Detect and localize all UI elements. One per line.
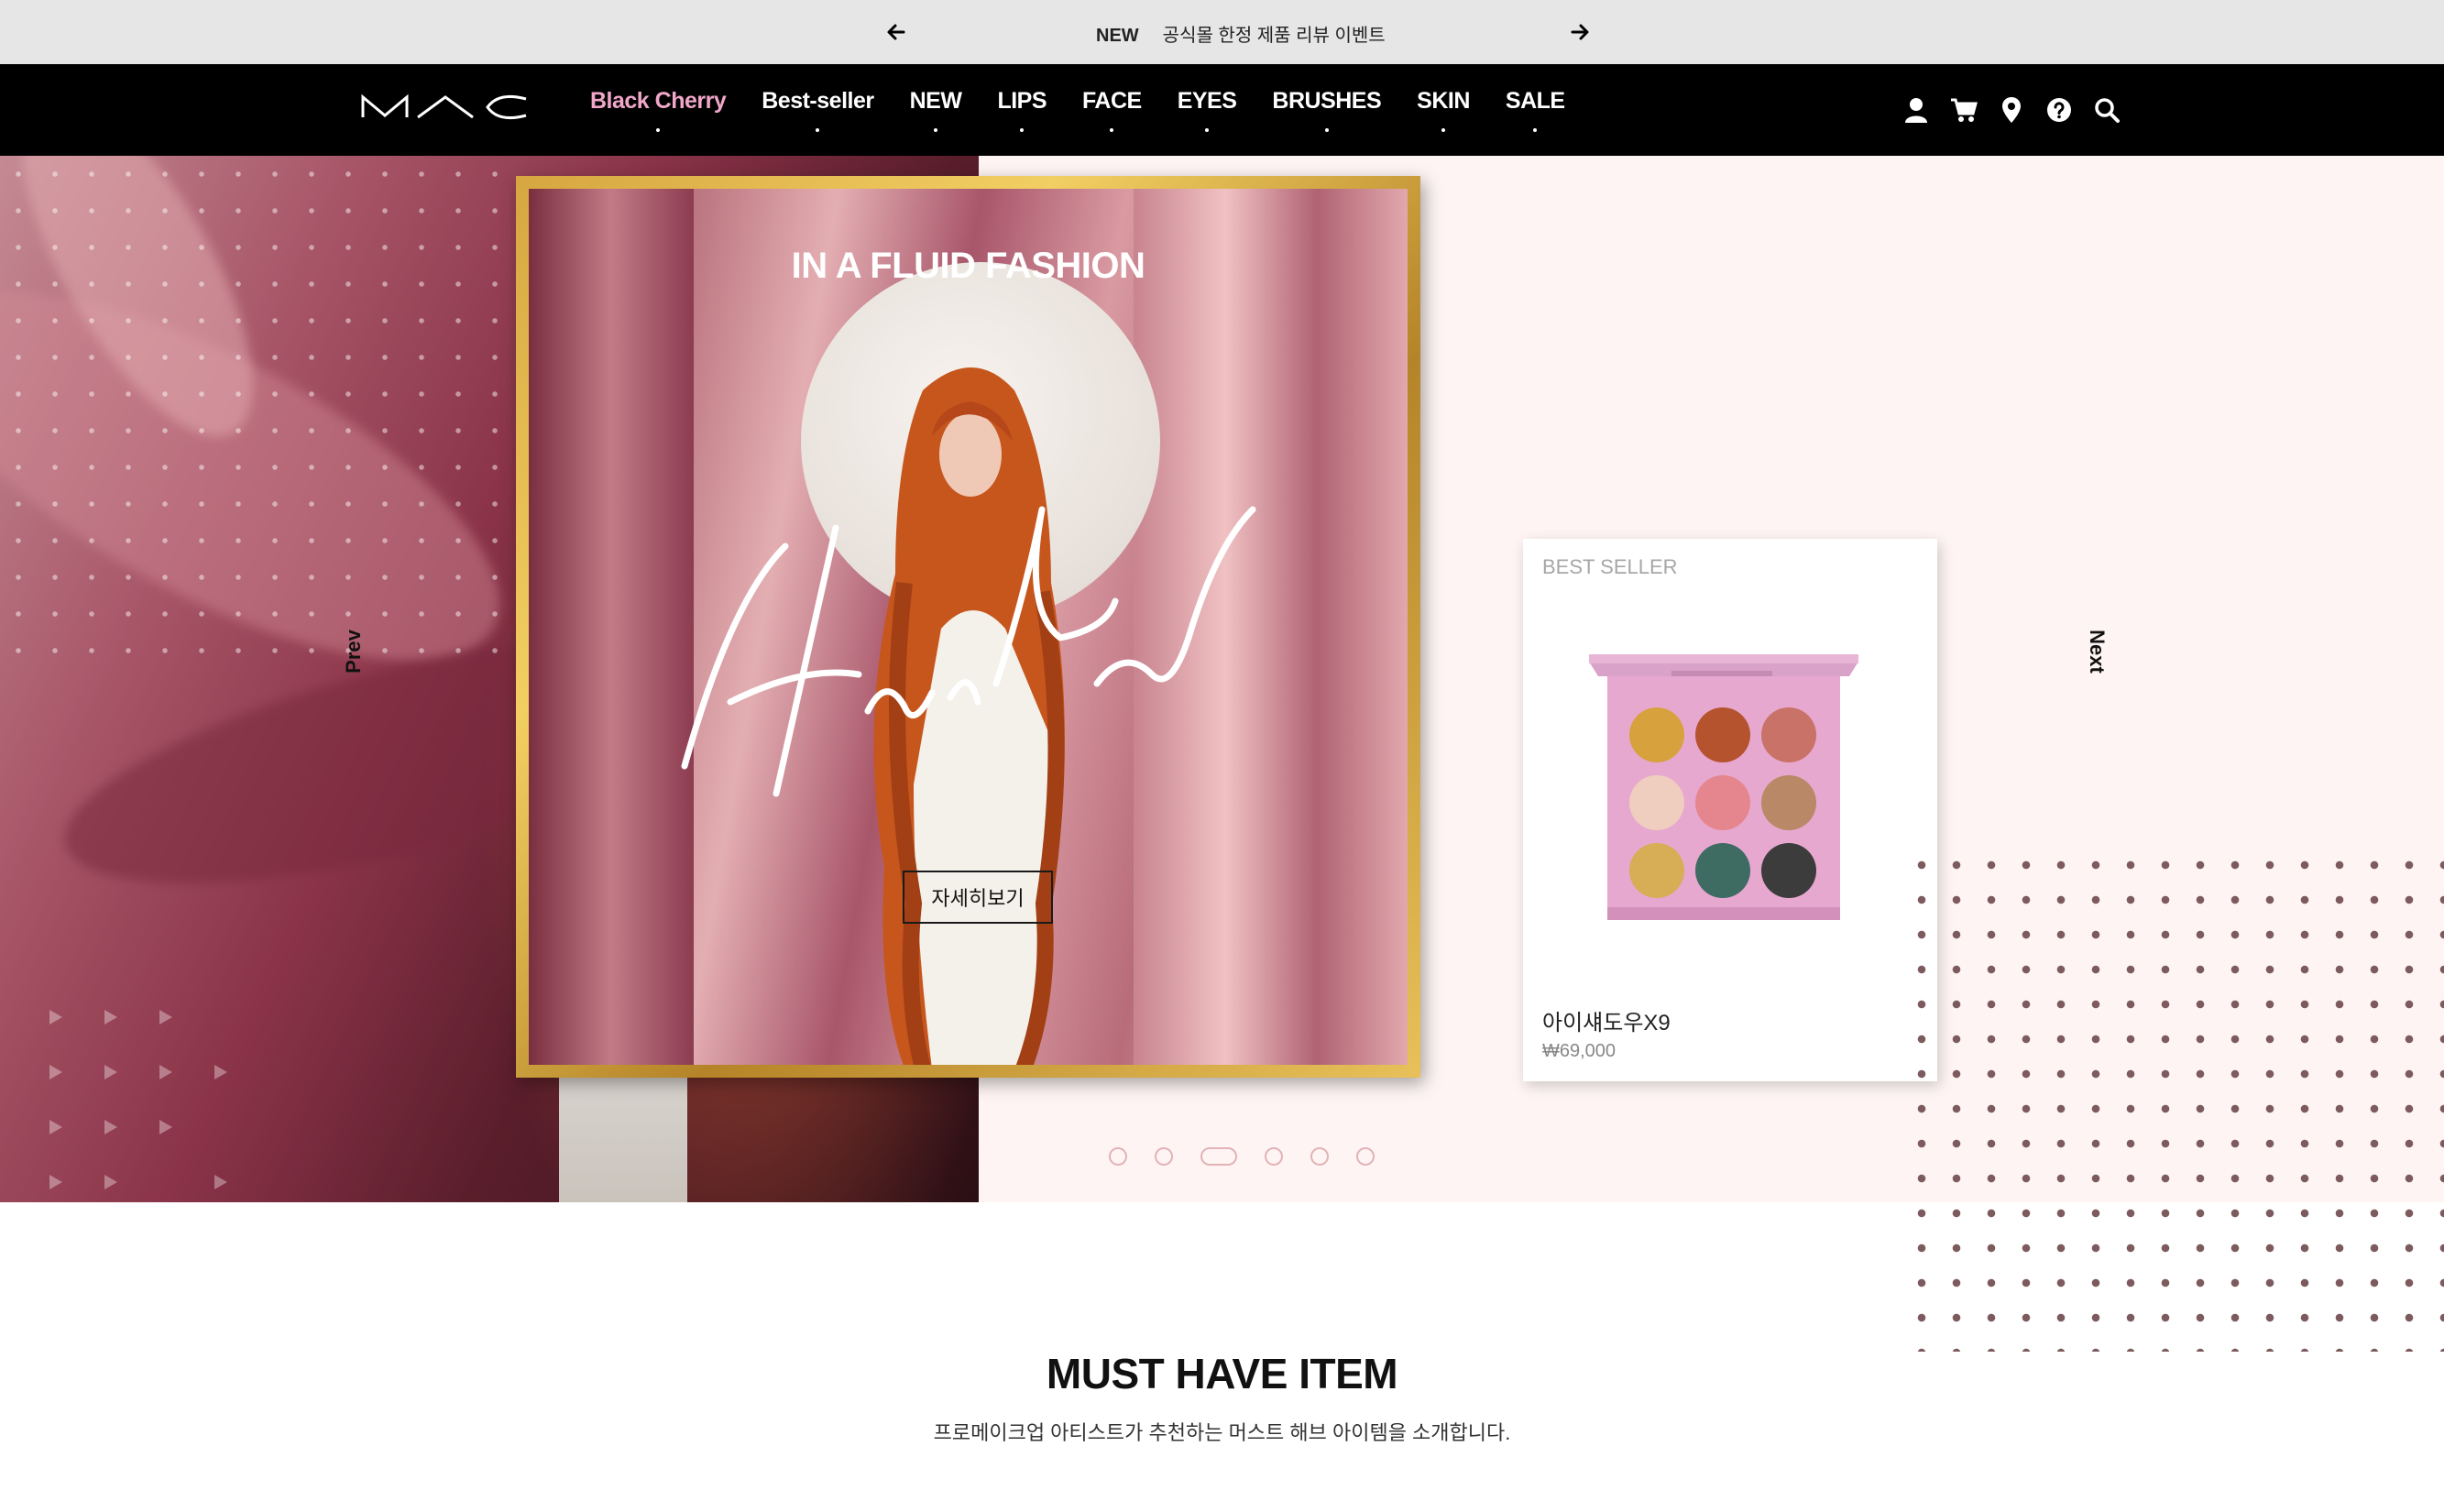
best-seller-card[interactable]: BEST SELLER 아이섀도우X9 ₩69,000 [1523, 539, 1937, 1081]
nav-item-label: BRUSHES [1272, 88, 1382, 114]
announcement-message[interactable]: NEW 공식몰 한정 제품 리뷰 이벤트 [1096, 20, 1386, 47]
location-icon [2002, 97, 2021, 123]
nav-item-dot [934, 128, 938, 132]
nav-item-dot [1205, 128, 1210, 132]
help-icon [2047, 98, 2071, 122]
nav-item-dot [1020, 128, 1025, 132]
search-icon [2095, 98, 2120, 123]
nav-item-label: SALE [1505, 88, 1565, 114]
nav-item-dot [1324, 128, 1329, 132]
product-price: ₩69,000 [1542, 1041, 1617, 1061]
mac-logo[interactable] [361, 93, 528, 121]
help-button[interactable] [2044, 95, 2074, 125]
main-navigation: Black Cherry Best-seller NEW LIPS FACE EYES BR… [0, 64, 2444, 156]
utility-icons [1901, 95, 2121, 125]
category-menu: Black Cherry Best-seller NEW LIPS FACE EYES BR… [590, 88, 1601, 132]
arrow-left-icon [887, 24, 905, 40]
nav-item-dot [1533, 128, 1538, 132]
product-name: 아이섀도우X9 [1542, 1011, 1671, 1035]
must-have-title: MUST HAVE ITEM [1046, 1350, 1398, 1397]
pager-dot-4[interactable] [1265, 1147, 1283, 1166]
nav-item-sale[interactable]: SALE [1505, 88, 1565, 132]
nav-item-face[interactable]: FACE [1082, 88, 1142, 132]
nav-item-brushes[interactable]: BRUSHES [1272, 88, 1382, 132]
nav-item-eyes[interactable]: EYES [1177, 88, 1237, 132]
palette-swatch [1695, 707, 1750, 762]
nav-item-black-cherry[interactable]: Black Cherry [590, 88, 727, 132]
arrow-right-icon [1571, 24, 1589, 40]
nav-item-dot [656, 128, 661, 132]
cart-button[interactable] [1949, 95, 1978, 125]
palette-swatch [1629, 707, 1684, 762]
palette-swatch [1695, 775, 1750, 830]
decorative-dot-grid [1904, 848, 2444, 1352]
must-have-section: MUST HAVE ITEM 프로메이크업 아티스트가 추천하는 머스트 해브 … [0, 1349, 2444, 1446]
pager-dot-5[interactable] [1310, 1147, 1329, 1166]
nav-item-new[interactable]: NEW [909, 88, 962, 132]
pager-dot-1[interactable] [1109, 1147, 1127, 1166]
announcement-text: 공식몰 한정 제품 리뷰 이벤트 [1162, 26, 1386, 46]
palette-swatch [1761, 843, 1816, 898]
announcement-bar: NEW 공식몰 한정 제품 리뷰 이벤트 [0, 0, 2444, 64]
palette-swatch [1695, 843, 1750, 898]
announcement-next-button[interactable] [1563, 16, 1596, 49]
hero-prev-button[interactable]: Prev [342, 630, 366, 674]
pager-dot-3[interactable] [1200, 1147, 1237, 1166]
hero-title: IN A FLUID FASHION [791, 246, 1145, 286]
store-locator-button[interactable] [1997, 95, 2026, 125]
announcement-prev-button[interactable] [880, 16, 913, 49]
nav-item-dot [1110, 128, 1114, 132]
triangle-pattern [49, 1010, 227, 1189]
hero-next-button[interactable]: Next [2085, 630, 2109, 674]
cart-icon [1951, 98, 1978, 122]
nav-item-label: NEW [909, 88, 962, 114]
search-button[interactable] [2092, 95, 2121, 125]
palette-swatch [1629, 843, 1684, 898]
nav-item-label: EYES [1177, 88, 1237, 114]
eyeshadow-palette-image [1589, 654, 1858, 920]
palette-swatch [1629, 775, 1684, 830]
user-icon [1905, 98, 1927, 123]
hero-pagination [1109, 1147, 1375, 1166]
view-details-button[interactable]: 자세히보기 [903, 871, 1053, 924]
palette-swatch [1761, 775, 1816, 830]
hero-feature-image: IN A FLUID FASHION 자세히보기 [529, 189, 1408, 1065]
nav-item-label: Black Cherry [590, 88, 727, 114]
account-button[interactable] [1901, 95, 1931, 125]
announcement-new-label: NEW [1096, 26, 1139, 46]
nav-item-best-seller[interactable]: Best-seller [762, 88, 874, 132]
nav-item-label: FACE [1082, 88, 1142, 114]
best-seller-tag: BEST SELLER [1542, 555, 1678, 578]
nav-item-dot [816, 128, 820, 132]
harry-reed-signature [681, 506, 1256, 797]
must-have-subtitle: 프로메이크업 아티스트가 추천하는 머스트 해브 아이템을 소개합니다. [933, 1421, 1511, 1444]
nav-item-lips[interactable]: LIPS [997, 88, 1047, 132]
nav-item-dot [1441, 128, 1446, 132]
nav-item-label: LIPS [997, 88, 1047, 114]
hero-feature-frame[interactable]: IN A FLUID FASHION 자세히보기 [516, 176, 1420, 1078]
nav-item-skin[interactable]: SKIN [1417, 88, 1470, 132]
nav-item-label: SKIN [1417, 88, 1470, 114]
palette-swatch [1761, 707, 1816, 762]
pager-dot-2[interactable] [1155, 1147, 1173, 1166]
pager-dot-6[interactable] [1356, 1147, 1375, 1166]
nav-item-label: Best-seller [762, 88, 874, 114]
